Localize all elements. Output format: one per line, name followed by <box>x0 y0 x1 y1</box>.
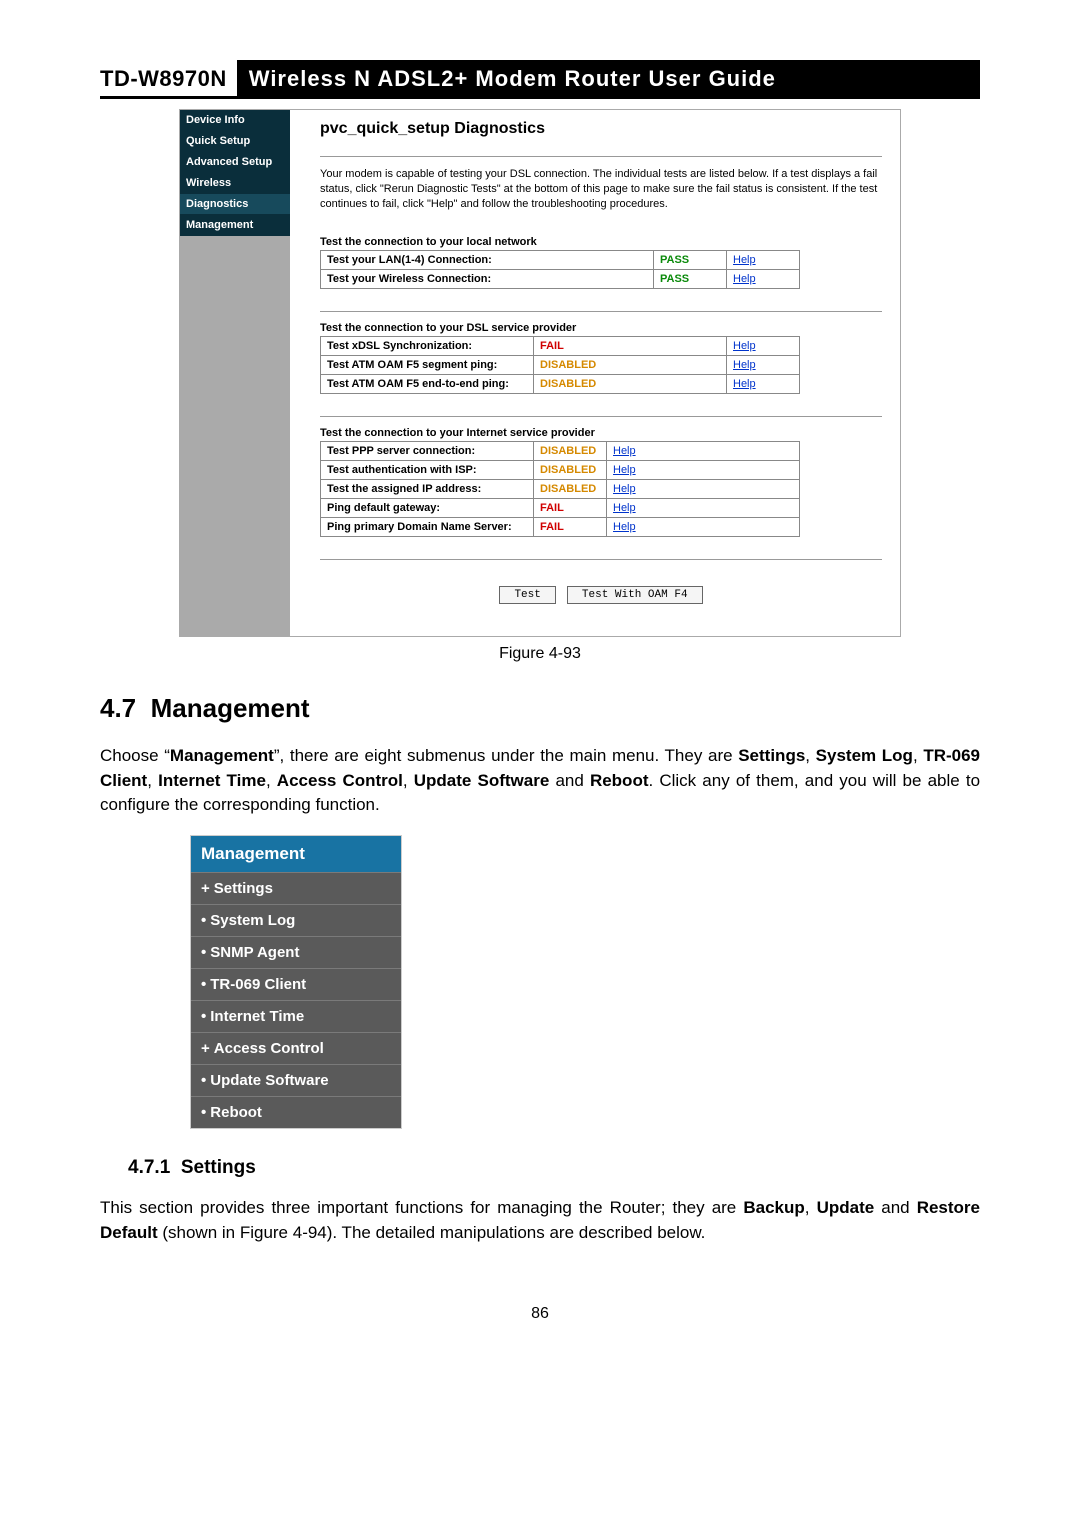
mgmt-item-access-control[interactable]: +Access Control <box>191 1032 401 1064</box>
table-row: Test your Wireless Connection: PASS Help <box>321 269 800 288</box>
mgmt-item-reboot[interactable]: •Reboot <box>191 1096 401 1128</box>
table-row: Test your LAN(1-4) Connection: PASS Help <box>321 250 800 269</box>
table-row: Test xDSL Synchronization: FAIL Help <box>321 336 800 355</box>
help-link[interactable]: Help <box>733 378 756 390</box>
heading-settings: 4.7.1 Settings <box>128 1157 980 1179</box>
help-link[interactable]: Help <box>613 445 636 457</box>
table-row: Test PPP server connection: DISABLED Hel… <box>321 441 800 460</box>
heading-management: 4.7 Management <box>100 693 980 724</box>
sidebar-filler <box>180 236 290 636</box>
table-internet-provider: Test PPP server connection: DISABLED Hel… <box>320 441 800 537</box>
sidebar-item-device-info[interactable]: Device Info <box>180 110 290 131</box>
help-link[interactable]: Help <box>613 502 636 514</box>
settings-paragraph: This section provides three important fu… <box>100 1196 980 1245</box>
diagnostics-figure: Device Info Quick Setup Advanced Setup W… <box>179 109 901 637</box>
section-internet-provider: Test the connection to your Internet ser… <box>320 427 882 439</box>
test-button[interactable]: Test <box>499 586 555 604</box>
table-row: Test authentication with ISP: DISABLED H… <box>321 460 800 479</box>
help-link[interactable]: Help <box>733 273 756 285</box>
table-local-network: Test your LAN(1-4) Connection: PASS Help… <box>320 250 800 289</box>
test-label: Test xDSL Synchronization: <box>327 340 472 352</box>
mgmt-item-system-log[interactable]: •System Log <box>191 904 401 936</box>
test-label: Ping default gateway: <box>327 502 440 514</box>
help-link[interactable]: Help <box>613 521 636 533</box>
doc-header: TD-W8970N Wireless N ADSL2+ Modem Router… <box>100 60 980 99</box>
test-label: Test your Wireless Connection: <box>327 273 491 285</box>
table-row: Ping primary Domain Name Server: FAIL He… <box>321 517 800 536</box>
expand-icon: + <box>201 880 210 897</box>
mgmt-item-internet-time[interactable]: •Internet Time <box>191 1000 401 1032</box>
help-link[interactable]: Help <box>733 254 756 266</box>
management-menu-figure: Management +Settings •System Log •SNMP A… <box>190 835 402 1129</box>
nav-sidebar: Device Info Quick Setup Advanced Setup W… <box>180 110 290 636</box>
sidebar-item-advanced-setup[interactable]: Advanced Setup <box>180 152 290 173</box>
status-badge: DISABLED <box>534 479 607 498</box>
table-row: Test ATM OAM F5 end-to-end ping: DISABLE… <box>321 374 800 393</box>
status-badge: FAIL <box>534 498 607 517</box>
model-number: TD-W8970N <box>100 60 237 96</box>
help-link[interactable]: Help <box>613 464 636 476</box>
status-badge: FAIL <box>534 336 727 355</box>
table-row: Ping default gateway: FAIL Help <box>321 498 800 517</box>
status-badge: FAIL <box>534 517 607 536</box>
sidebar-item-diagnostics[interactable]: Diagnostics <box>180 194 290 215</box>
figure-caption: Figure 4-93 <box>100 645 980 663</box>
test-label: Test authentication with ISP: <box>327 464 477 476</box>
table-dsl-provider: Test xDSL Synchronization: FAIL Help Tes… <box>320 336 800 394</box>
help-link[interactable]: Help <box>733 359 756 371</box>
page-number: 86 <box>100 1305 980 1323</box>
status-badge: DISABLED <box>534 374 727 393</box>
table-row: Test the assigned IP address: DISABLED H… <box>321 479 800 498</box>
test-label: Test ATM OAM F5 segment ping: <box>327 359 497 371</box>
mgmt-menu-header: Management <box>191 836 401 872</box>
bullet-icon: • <box>201 912 206 929</box>
mgmt-item-tr069-client[interactable]: •TR-069 Client <box>191 968 401 1000</box>
doc-title: Wireless N ADSL2+ Modem Router User Guid… <box>237 60 980 96</box>
bullet-icon: • <box>201 944 206 961</box>
section-dsl-provider: Test the connection to your DSL service … <box>320 322 882 334</box>
bullet-icon: • <box>201 1008 206 1025</box>
sidebar-item-management[interactable]: Management <box>180 215 290 236</box>
mgmt-item-settings[interactable]: +Settings <box>191 872 401 904</box>
expand-icon: + <box>201 1040 210 1057</box>
bullet-icon: • <box>201 1104 206 1121</box>
bullet-icon: • <box>201 1072 206 1089</box>
section-local-network: Test the connection to your local networ… <box>320 236 882 248</box>
help-link[interactable]: Help <box>733 340 756 352</box>
test-label: Test the assigned IP address: <box>327 483 481 495</box>
diagnostics-title: pvc_quick_setup Diagnostics <box>320 120 882 138</box>
test-label: Test ATM OAM F5 end-to-end ping: <box>327 378 509 390</box>
management-paragraph: Choose “Management”, there are eight sub… <box>100 744 980 818</box>
sidebar-item-wireless[interactable]: Wireless <box>180 173 290 194</box>
sidebar-item-quick-setup[interactable]: Quick Setup <box>180 131 290 152</box>
test-label: Test your LAN(1-4) Connection: <box>327 254 492 266</box>
status-badge: PASS <box>654 269 727 288</box>
diagnostics-intro: Your modem is capable of testing your DS… <box>320 167 882 212</box>
test-label: Ping primary Domain Name Server: <box>327 521 512 533</box>
bullet-icon: • <box>201 976 206 993</box>
status-badge: DISABLED <box>534 441 607 460</box>
status-badge: PASS <box>654 250 727 269</box>
status-badge: DISABLED <box>534 460 607 479</box>
help-link[interactable]: Help <box>613 483 636 495</box>
mgmt-item-update-software[interactable]: •Update Software <box>191 1064 401 1096</box>
mgmt-item-snmp-agent[interactable]: •SNMP Agent <box>191 936 401 968</box>
test-label: Test PPP server connection: <box>327 445 475 457</box>
test-oam-f4-button[interactable]: Test With OAM F4 <box>567 586 703 604</box>
status-badge: DISABLED <box>534 355 727 374</box>
table-row: Test ATM OAM F5 segment ping: DISABLED H… <box>321 355 800 374</box>
